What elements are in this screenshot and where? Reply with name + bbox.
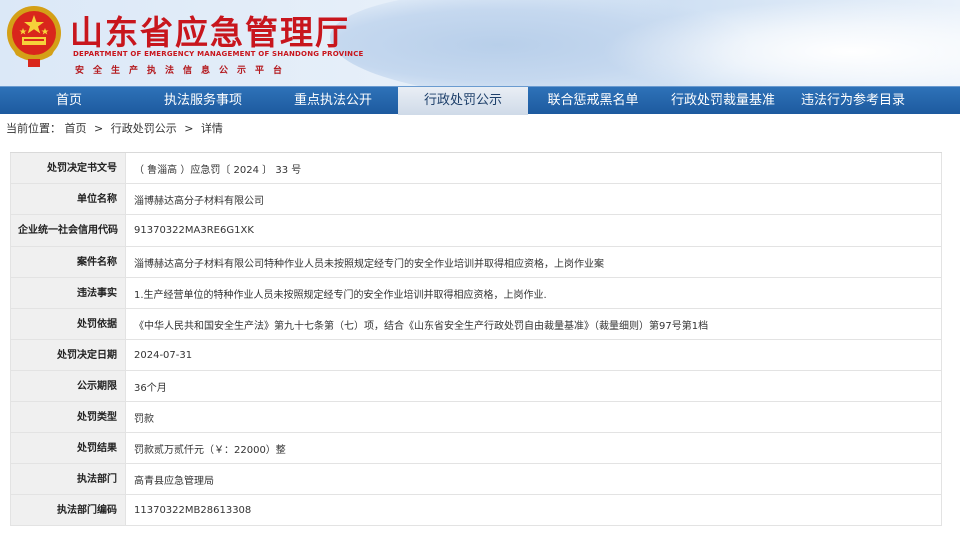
row-label: 案件名称 xyxy=(11,247,126,277)
site-title: 山东省应急管理厅 xyxy=(70,13,350,52)
breadcrumb-home-link[interactable]: 首页 xyxy=(65,114,87,144)
detail-row-decision-number: 处罚决定书文号 （ 鲁淄高 ）应急罚〔 2024 〕 33 号 xyxy=(10,153,942,184)
detail-row-violation-facts: 违法事实 1.生产经营单位的特种作业人员未按照规定经专门的安全作业培训并取得相应… xyxy=(10,278,942,309)
detail-row-penalty-basis: 处罚依据 《中华人民共和国安全生产法》第九十七条第（七）项，结合《山东省安全生产… xyxy=(10,309,942,340)
detail-row-publicity-period: 公示期限 36个月 xyxy=(10,371,942,402)
breadcrumb-separator: > xyxy=(184,122,194,135)
main-nav: 首页 执法服务事项 重点执法公开 行政处罚公示 联合惩戒黑名单 行政处罚裁量基准… xyxy=(0,86,960,115)
site-subtitle: 安全生产执法信息公示平台 xyxy=(75,66,292,76)
row-label: 单位名称 xyxy=(11,184,126,214)
detail-row-case-name: 案件名称 淄博赫达高分子材料有限公司特种作业人员未按照规定经专门的安全作业培训并… xyxy=(10,247,942,278)
breadcrumb-separator: > xyxy=(94,122,104,135)
row-label: 违法事实 xyxy=(11,278,126,308)
row-label: 处罚类型 xyxy=(11,402,126,432)
nav-item-home[interactable]: 首页 xyxy=(0,87,138,115)
row-label: 处罚决定日期 xyxy=(11,340,126,370)
nav-item-key-enforcement[interactable]: 重点执法公开 xyxy=(268,87,398,115)
nav-item-enforcement-services[interactable]: 执法服务事项 xyxy=(138,87,268,115)
row-value: 《中华人民共和国安全生产法》第九十七条第（七）项，结合《山东省安全生产行政处罚自… xyxy=(134,320,709,332)
detail-row-penalty-result: 处罚结果 罚款贰万贰仟元（￥：22000）整 xyxy=(10,433,942,464)
row-value: 11370322MB28613308 xyxy=(134,504,252,516)
row-value: 罚款贰万贰仟元（￥：22000）整 xyxy=(134,444,286,456)
breadcrumb-penalty-link[interactable]: 行政处罚公示 xyxy=(111,114,177,144)
row-label: 处罚决定书文号 xyxy=(11,153,126,183)
site-title-english: DEPARTMENT OF EMERGENCY MANAGEMENT OF SH… xyxy=(73,50,364,58)
row-label: 执法部门编码 xyxy=(11,495,126,525)
site-header: 山东省应急管理厅 DEPARTMENT OF EMERGENCY MANAGEM… xyxy=(0,0,960,86)
row-value: 高青县应急管理局 xyxy=(134,475,214,487)
row-label: 企业统一社会信用代码 xyxy=(11,215,126,246)
row-value: 91370322MA3RE6G1XK xyxy=(134,225,254,236)
row-value: 1.生产经营单位的特种作业人员未按照规定经专门的安全作业培训并取得相应资格，上岗… xyxy=(134,289,547,301)
row-label: 处罚依据 xyxy=(11,309,126,339)
row-value: （ 鲁淄高 ）应急罚〔 2024 〕 33 号 xyxy=(134,164,302,176)
detail-row-penalty-type: 处罚类型 罚款 xyxy=(10,402,942,433)
row-value: 2024-07-31 xyxy=(134,349,193,361)
row-value: 罚款 xyxy=(134,413,154,425)
row-label: 执法部门 xyxy=(11,464,126,494)
nav-item-blacklist[interactable]: 联合惩戒黑名单 xyxy=(528,87,658,115)
detail-row-dept-code: 执法部门编码 11370322MB28613308 xyxy=(10,495,942,526)
row-label: 公示期限 xyxy=(11,371,126,401)
breadcrumb-prefix: 当前位置： xyxy=(6,122,61,135)
row-value: 淄博赫达高分子材料有限公司特种作业人员未按照规定经专门的安全作业培训并取得相应资… xyxy=(134,258,604,270)
breadcrumb: 当前位置： 首页 > 行政处罚公示 > 详情 xyxy=(0,114,960,144)
detail-row-decision-date: 处罚决定日期 2024-07-31 xyxy=(10,340,942,371)
breadcrumb-current: 详情 xyxy=(200,122,223,135)
detail-row-company-name: 单位名称 淄博赫达高分子材料有限公司 xyxy=(10,184,942,215)
nav-item-penalty-publicity[interactable]: 行政处罚公示 xyxy=(398,87,528,115)
row-label: 处罚结果 xyxy=(11,433,126,463)
detail-row-credit-code: 企业统一社会信用代码 91370322MA3RE6G1XK xyxy=(10,215,942,247)
national-emblem-icon xyxy=(7,6,61,67)
nav-item-violation-catalog[interactable]: 违法行为参考目录 xyxy=(788,87,918,115)
nav-item-penalty-benchmark[interactable]: 行政处罚裁量基准 xyxy=(658,87,788,115)
cloud-graphic xyxy=(600,0,960,86)
row-value: 淄博赫达高分子材料有限公司 xyxy=(134,195,264,207)
penalty-detail-table: 处罚决定书文号 （ 鲁淄高 ）应急罚〔 2024 〕 33 号 单位名称 淄博赫… xyxy=(10,152,942,526)
row-value: 36个月 xyxy=(134,382,167,394)
detail-row-enforcement-dept: 执法部门 高青县应急管理局 xyxy=(10,464,942,495)
